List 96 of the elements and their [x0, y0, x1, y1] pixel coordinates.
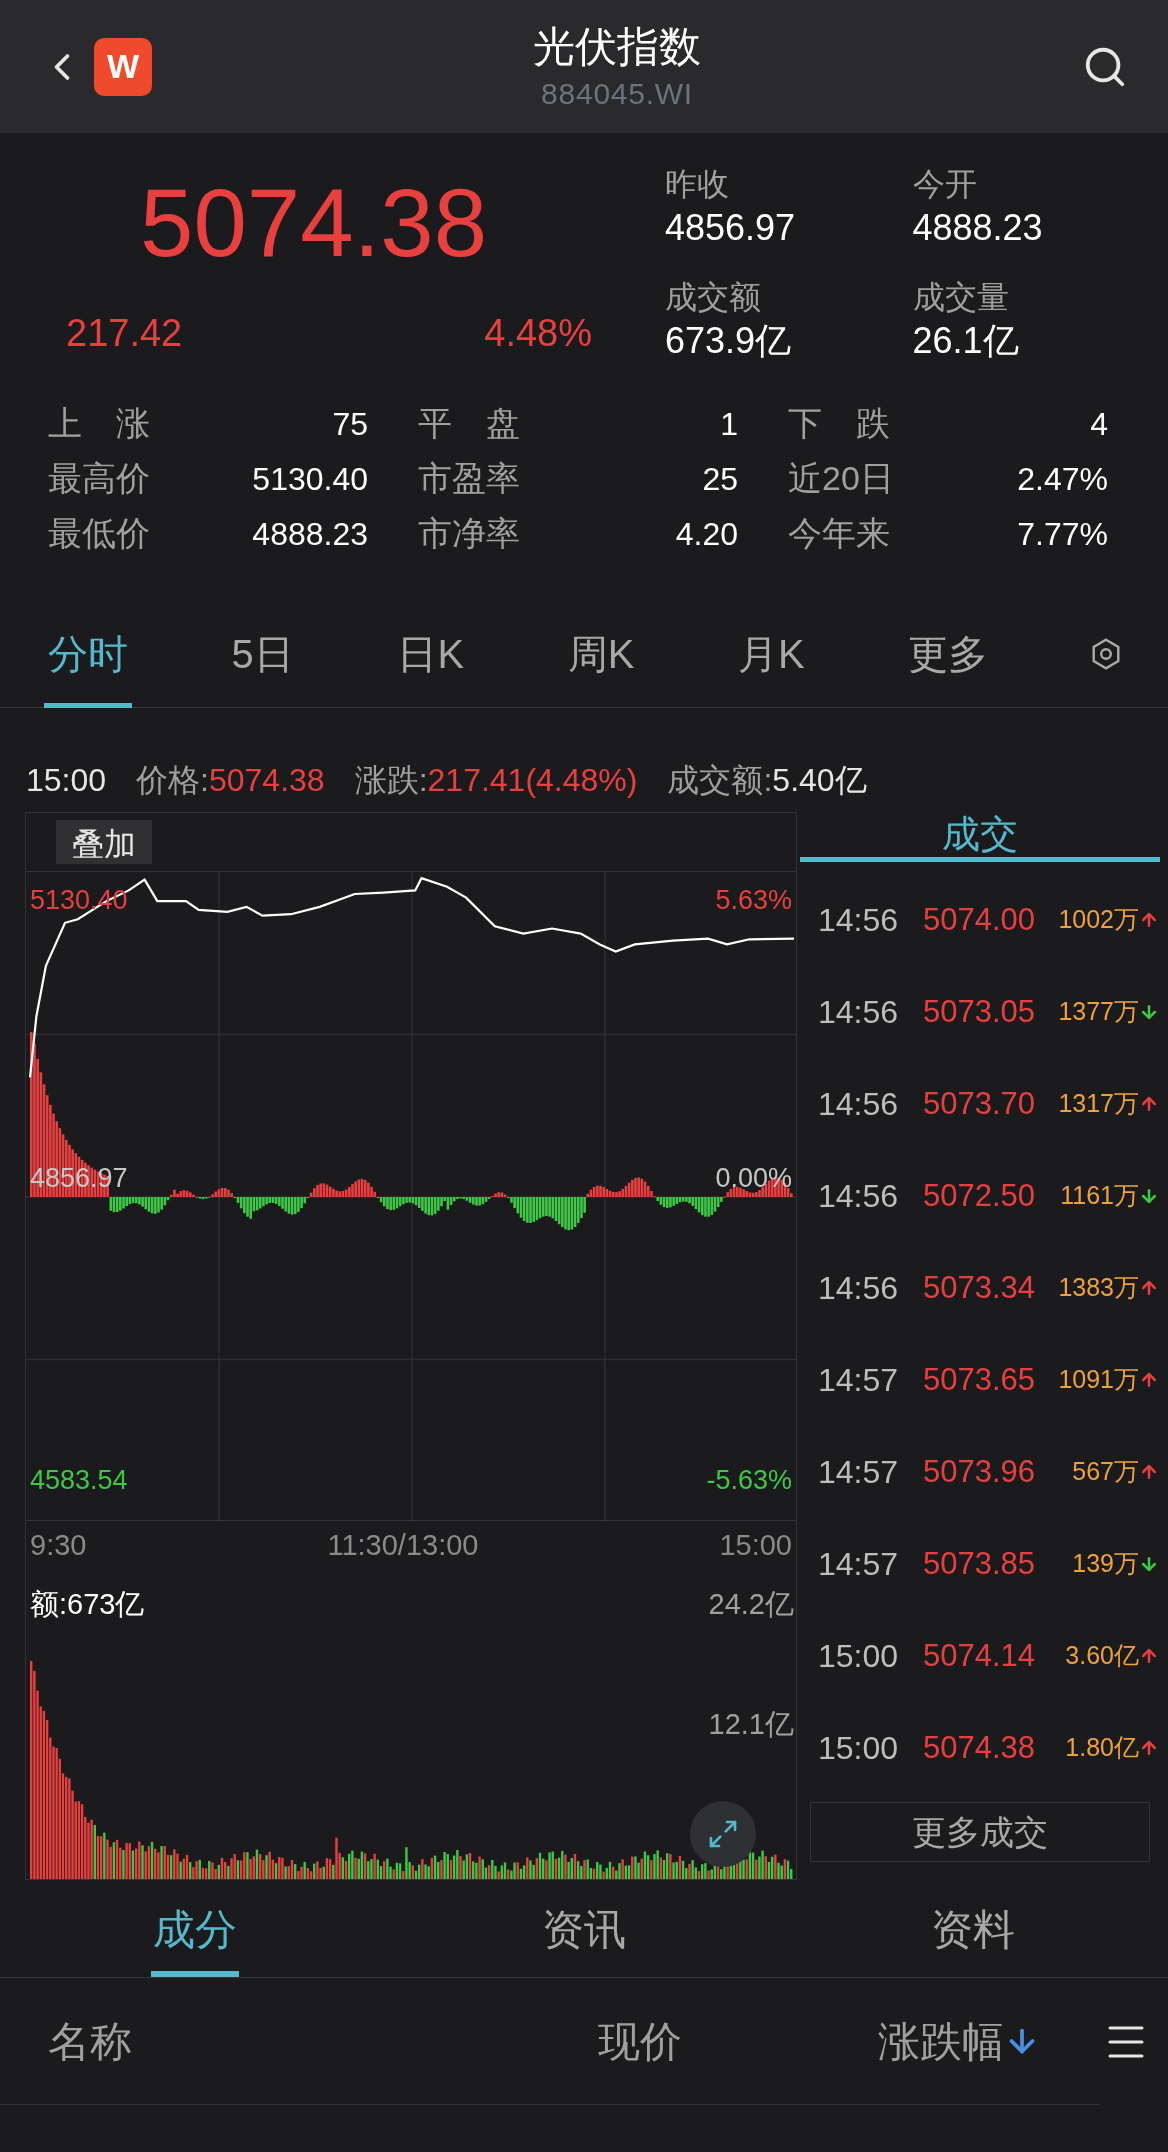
- chart-tab[interactable]: 月K: [734, 599, 809, 708]
- trade-price: 5073.70: [923, 1084, 1037, 1123]
- trade-volume: 1002万: [1057, 904, 1139, 936]
- info-value: 5.40亿: [772, 761, 867, 800]
- trade-time: 14:56: [818, 993, 900, 1032]
- trade-time: 14:56: [818, 1269, 900, 1308]
- chart-tab[interactable]: 周K: [563, 599, 639, 708]
- trade-time: 15:00: [818, 1637, 900, 1676]
- stat-value: 7.77%: [1017, 514, 1108, 554]
- percent-axis-label: -5.63%: [706, 1463, 792, 1497]
- stat-label: 市盈率: [418, 458, 520, 499]
- trade-price: 5073.05: [923, 992, 1037, 1031]
- info-label: 成交额:: [667, 761, 773, 800]
- stat-label: 市净率: [418, 513, 520, 554]
- expand-button[interactable]: [690, 1801, 756, 1867]
- trades-tab[interactable]: 成交: [800, 812, 1160, 862]
- page-title: 光伏指数: [533, 21, 701, 72]
- trade-time: 14:57: [818, 1361, 900, 1400]
- trade-time: 14:57: [818, 1545, 900, 1584]
- trade-price: 5073.34: [923, 1268, 1037, 1307]
- trade-volume: 1.80亿: [1064, 1732, 1139, 1764]
- trade-price: 5074.14: [923, 1636, 1037, 1675]
- trade-price: 5074.00: [923, 900, 1037, 939]
- column-header[interactable]: 涨跌幅: [878, 2009, 1004, 2073]
- stat-label: 近20日: [788, 458, 894, 499]
- stat-value: 4: [1090, 404, 1108, 444]
- chart-tab[interactable]: 分时: [44, 599, 132, 708]
- trade-time: 14:57: [818, 1453, 900, 1492]
- stat-value: 5130.40: [252, 459, 368, 499]
- trade-volume: 567万: [1071, 1456, 1139, 1488]
- trade-volume: 1317万: [1057, 1088, 1139, 1120]
- stat-value: 4888.23: [252, 514, 368, 554]
- overlay-button[interactable]: 叠加: [56, 820, 152, 864]
- trade-volume: 1377万: [1057, 996, 1139, 1028]
- stat-label: 昨收: [665, 165, 730, 204]
- percent-axis-label: 0.00%: [715, 1162, 792, 1195]
- trade-price: 5074.38: [923, 1728, 1037, 1767]
- stat-label: 今开: [912, 165, 978, 204]
- current-price: 5074.38: [140, 168, 488, 278]
- amount-label: 额:673亿: [30, 1587, 145, 1622]
- stat-value: 2.47%: [1017, 459, 1108, 499]
- chart-tab[interactable]: 5日: [227, 599, 298, 708]
- section-tab[interactable]: 成分: [150, 1887, 239, 1977]
- trade-price: 5073.65: [923, 1360, 1037, 1399]
- change-percent: 4.48%: [484, 311, 592, 356]
- column-header[interactable]: 名称: [48, 2009, 132, 2073]
- stat-value: 4.20: [675, 514, 738, 554]
- info-label: 价格:: [136, 761, 209, 800]
- time-axis-label: 15:00: [719, 1528, 792, 1564]
- more-trades-button[interactable]: 更多成交: [810, 1802, 1150, 1862]
- info-value: 217.41(4.48%): [427, 761, 638, 800]
- section-tab[interactable]: 资料: [929, 1887, 1018, 1977]
- price-change: 217.42: [66, 311, 183, 356]
- stat-label: 最低价: [48, 513, 150, 554]
- trade-time: 14:56: [818, 1177, 900, 1216]
- stat-label: 下 跌: [788, 403, 890, 444]
- trade-time: 14:56: [818, 901, 900, 940]
- trade-price: 5073.96: [923, 1452, 1037, 1491]
- stat-value: 1: [720, 404, 738, 444]
- trade-price: 5072.50: [923, 1176, 1037, 1215]
- time-axis-label: 9:30: [30, 1528, 87, 1564]
- stat-label: 最高价: [48, 458, 150, 499]
- stat-label: 上 涨: [48, 403, 150, 444]
- stat-value: 4888.23: [912, 206, 1044, 250]
- percent-axis-label: 5.63%: [715, 884, 792, 917]
- stat-label: 成交量: [912, 277, 1010, 317]
- index-code: 884045.WI: [541, 75, 693, 112]
- column-header[interactable]: 现价: [598, 2009, 682, 2073]
- trade-volume: 3.60亿: [1064, 1640, 1139, 1672]
- section-tab[interactable]: 资讯: [540, 1887, 628, 1977]
- chart-tab[interactable]: 更多: [904, 599, 993, 708]
- stat-value: 25: [702, 459, 738, 499]
- expand-icon: [707, 1818, 739, 1850]
- chart-tab[interactable]: 日K: [393, 599, 469, 708]
- trade-time: 14:56: [818, 1085, 900, 1124]
- stat-value: 26.1亿: [912, 318, 1020, 363]
- info-label: 涨跌:: [354, 761, 428, 800]
- trade-price: 5073.85: [923, 1544, 1037, 1583]
- trade-volume: 1383万: [1057, 1272, 1139, 1304]
- volume-axis-label: 12.1亿: [708, 1707, 794, 1742]
- time-axis-label: 11:30/13:00: [327, 1528, 479, 1564]
- trade-volume: 139万: [1071, 1548, 1139, 1580]
- app-logo[interactable]: W: [94, 37, 152, 96]
- stat-label: 成交额: [665, 277, 762, 317]
- volume-axis-label: 24.2亿: [708, 1587, 794, 1622]
- trade-time: 15:00: [818, 1729, 900, 1768]
- stat-label: 今年来: [788, 513, 890, 554]
- info-value: 5074.38: [208, 761, 325, 800]
- trade-volume: 1161万: [1059, 1180, 1139, 1212]
- stat-label: 平 盘: [418, 403, 520, 444]
- price-axis-label: 4583.54: [30, 1463, 128, 1497]
- info-time: 15:00: [26, 761, 107, 800]
- trade-volume: 1091万: [1057, 1364, 1139, 1396]
- stat-value: 673.9亿: [665, 318, 793, 363]
- stat-value: 75: [332, 404, 368, 444]
- stat-value: 4856.97: [665, 206, 797, 250]
